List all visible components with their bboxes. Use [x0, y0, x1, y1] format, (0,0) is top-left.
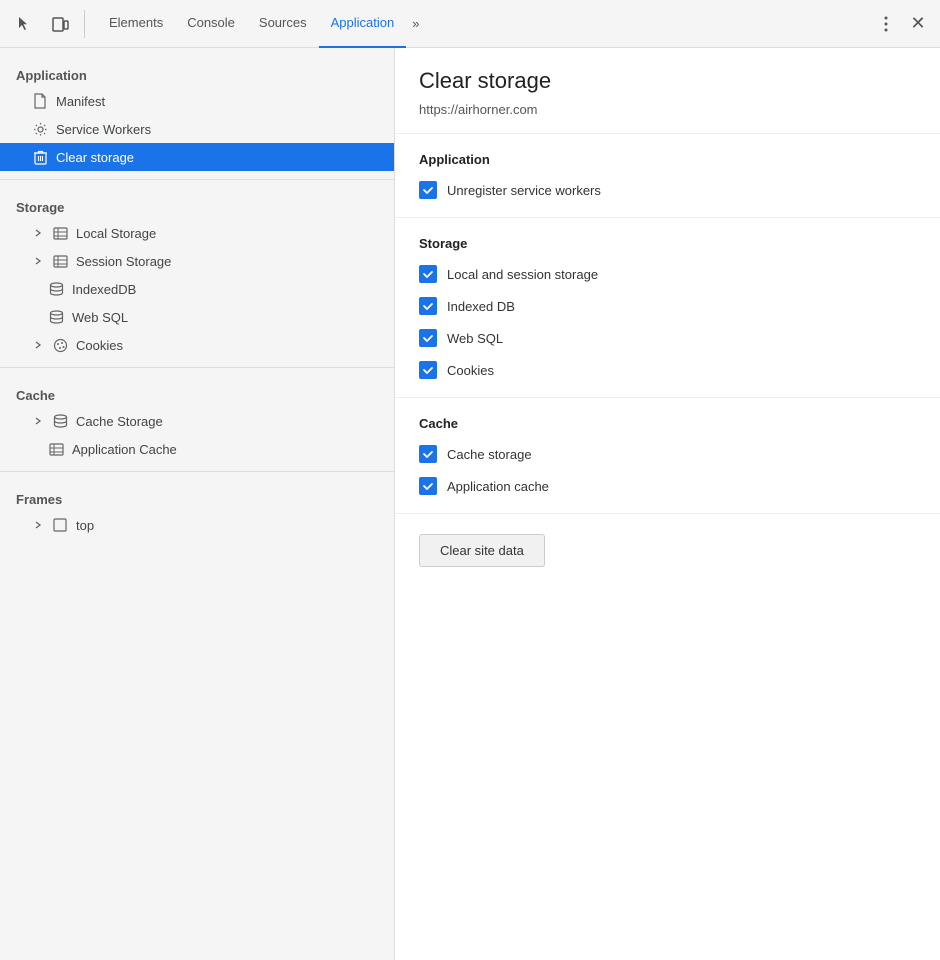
sidebar-divider-3 [0, 471, 394, 472]
sidebar-section-storage: Storage [0, 188, 394, 219]
gear-icon [32, 121, 48, 137]
arrow-icon-local-storage [32, 227, 44, 239]
checkbox-app-cache[interactable] [419, 477, 437, 495]
grid-icon-app-cache [48, 441, 64, 457]
content-section-storage: Storage Local and session storage Indexe… [395, 218, 940, 398]
sidebar-item-session-storage[interactable]: Session Storage [0, 247, 394, 275]
toolbar-divider [84, 10, 85, 38]
content-section-application-title: Application [419, 152, 916, 167]
sidebar-item-clear-storage-label: Clear storage [56, 150, 134, 165]
sidebar-item-cache-storage-label: Cache Storage [76, 414, 163, 429]
sidebar-item-clear-storage[interactable]: Clear storage [0, 143, 394, 171]
sidebar-item-service-workers[interactable]: Service Workers [0, 115, 394, 143]
file-icon [32, 93, 48, 109]
checkbox-indexed-db[interactable] [419, 297, 437, 315]
checkbox-row-cookies: Cookies [419, 361, 916, 379]
sidebar-item-indexeddb[interactable]: IndexedDB [0, 275, 394, 303]
checkbox-unregister-sw[interactable] [419, 181, 437, 199]
cookie-icon [52, 337, 68, 353]
arrow-icon-cache-storage [32, 415, 44, 427]
tab-application[interactable]: Application [319, 0, 407, 48]
tab-console[interactable]: Console [175, 0, 247, 48]
sidebar-item-cache-storage[interactable]: Cache Storage [0, 407, 394, 435]
sidebar-item-web-sql-label: Web SQL [72, 310, 128, 325]
content-section-cache-title: Cache [419, 416, 916, 431]
toolbar-tabs: Elements Console Sources Application » [97, 0, 425, 48]
sidebar-item-local-storage[interactable]: Local Storage [0, 219, 394, 247]
sidebar-section-frames: Frames [0, 480, 394, 511]
more-options-button[interactable] [872, 10, 900, 38]
more-tabs-button[interactable]: » [406, 0, 425, 48]
clear-site-data-button[interactable]: Clear site data [419, 534, 545, 567]
sidebar-item-session-storage-label: Session Storage [76, 254, 171, 269]
sidebar-item-top[interactable]: top [0, 511, 394, 539]
checkbox-indexed-db-label: Indexed DB [447, 299, 515, 314]
sidebar-item-indexeddb-label: IndexedDB [72, 282, 136, 297]
sidebar-item-service-workers-label: Service Workers [56, 122, 151, 137]
content-section-application: Application Unregister service workers [395, 134, 940, 218]
checkbox-app-cache-label: Application cache [447, 479, 549, 494]
checkbox-local-session-label: Local and session storage [447, 267, 598, 282]
arrow-icon-session-storage [32, 255, 44, 267]
content-section-cache: Cache Cache storage Application cache [395, 398, 940, 514]
sidebar-item-manifest-label: Manifest [56, 94, 105, 109]
sidebar-item-local-storage-label: Local Storage [76, 226, 156, 241]
db-icon-cache-storage [52, 413, 68, 429]
checkbox-cache-storage[interactable] [419, 445, 437, 463]
checkbox-cookies-label: Cookies [447, 363, 494, 378]
checkbox-cache-storage-label: Cache storage [447, 447, 532, 462]
content-url: https://airhorner.com [419, 102, 916, 117]
checkbox-row-indexed-db: Indexed DB [419, 297, 916, 315]
checkbox-local-session[interactable] [419, 265, 437, 283]
frame-icon [52, 517, 68, 533]
close-devtools-button[interactable]: ✕ [904, 10, 932, 38]
checkbox-unregister-sw-label: Unregister service workers [447, 183, 601, 198]
cursor-icon-button[interactable] [8, 8, 40, 40]
checkbox-web-sql[interactable] [419, 329, 437, 347]
sidebar-item-web-sql[interactable]: Web SQL [0, 303, 394, 331]
sidebar-section-cache: Cache [0, 376, 394, 407]
sidebar-item-application-cache-label: Application Cache [72, 442, 177, 457]
sidebar: Application Manifest Service Workers [0, 48, 395, 960]
arrow-icon-top [32, 519, 44, 531]
checkbox-row-cache-storage: Cache storage [419, 445, 916, 463]
content-header: Clear storage https://airhorner.com [395, 48, 940, 134]
sidebar-item-top-label: top [76, 518, 94, 533]
grid-icon-local-storage [52, 225, 68, 241]
db-icon-indexeddb [48, 281, 64, 297]
sidebar-section-application: Application [0, 56, 394, 87]
sidebar-divider-2 [0, 367, 394, 368]
sidebar-item-cookies[interactable]: Cookies [0, 331, 394, 359]
arrow-icon-cookies [32, 339, 44, 351]
sidebar-divider-1 [0, 179, 394, 180]
content-section-storage-title: Storage [419, 236, 916, 251]
checkbox-row-unregister-sw: Unregister service workers [419, 181, 916, 199]
grid-icon-session-storage [52, 253, 68, 269]
checkbox-web-sql-label: Web SQL [447, 331, 503, 346]
checkbox-row-web-sql: Web SQL [419, 329, 916, 347]
page-title: Clear storage [419, 68, 916, 94]
tab-sources[interactable]: Sources [247, 0, 319, 48]
clear-button-container: Clear site data [395, 514, 940, 587]
checkbox-row-local-session: Local and session storage [419, 265, 916, 283]
content-panel: Clear storage https://airhorner.com Appl… [395, 48, 940, 960]
checkbox-row-app-cache: Application cache [419, 477, 916, 495]
sidebar-item-cookies-label: Cookies [76, 338, 123, 353]
toolbar: Elements Console Sources Application » ✕ [0, 0, 940, 48]
db-icon-web-sql [48, 309, 64, 325]
sidebar-item-manifest[interactable]: Manifest [0, 87, 394, 115]
device-toggle-button[interactable] [44, 8, 76, 40]
trash-icon [32, 149, 48, 165]
main-layout: Application Manifest Service Workers [0, 48, 940, 960]
tab-elements[interactable]: Elements [97, 0, 175, 48]
checkbox-cookies[interactable] [419, 361, 437, 379]
sidebar-item-application-cache[interactable]: Application Cache [0, 435, 394, 463]
